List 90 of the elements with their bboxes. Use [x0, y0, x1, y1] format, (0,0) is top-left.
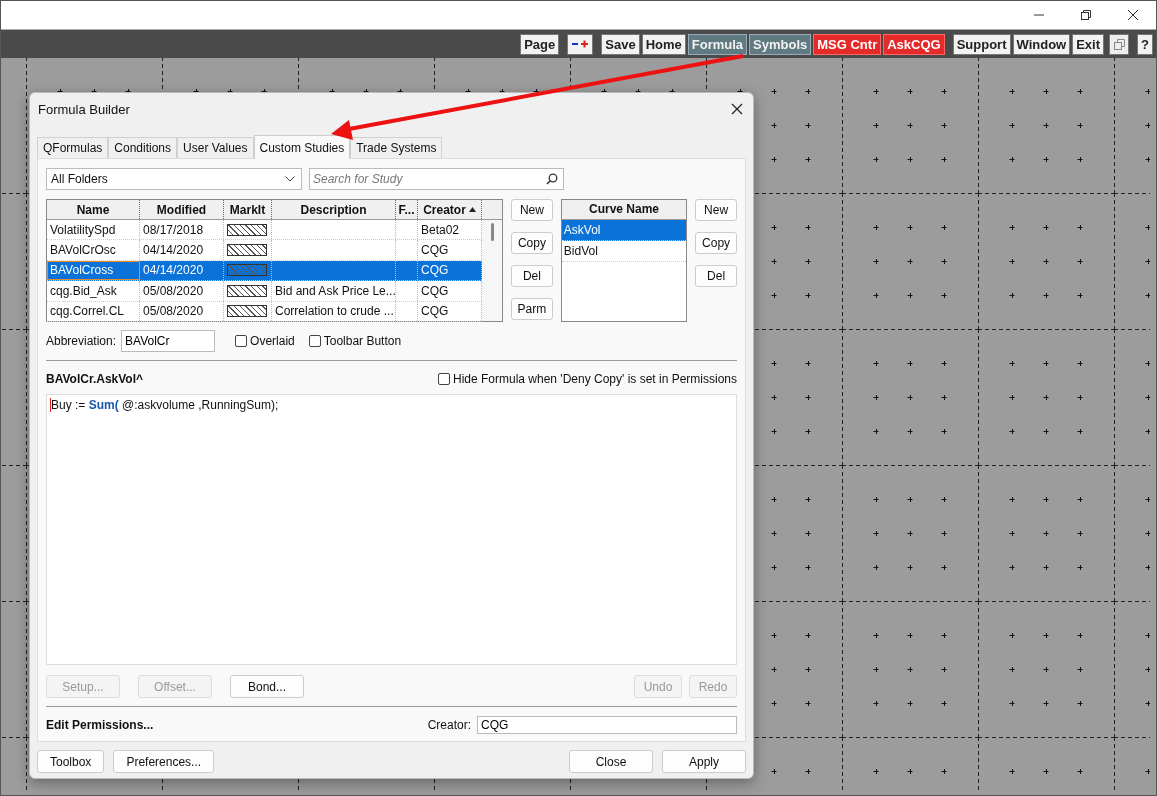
table-cell: CQG	[421, 243, 449, 258]
column-header[interactable]: Name	[47, 200, 140, 219]
table-cell: CQG	[421, 283, 449, 298]
curve-button[interactable]: New	[695, 199, 737, 221]
curve-item[interactable]: BidVol	[561, 241, 687, 262]
table-row[interactable]: cqg.Bid_Ask 05/08/2020 Bid and Ask Price Le... CQG	[47, 281, 482, 302]
toolbar-button[interactable]: Symbols	[749, 33, 812, 55]
abbreviation-field[interactable]: BAVolCr	[121, 330, 216, 352]
toolbar-button[interactable]: MSG Cntr	[813, 33, 882, 55]
footer-button[interactable]: Preferences...	[113, 750, 215, 773]
column-header[interactable]: MarkIt	[224, 200, 272, 219]
restore-button[interactable]	[1109, 33, 1130, 55]
toolbar-button[interactable]: AskCQG	[883, 33, 945, 55]
toolbar-button[interactable]: Home	[641, 33, 686, 55]
study-button[interactable]: Copy	[511, 232, 553, 254]
tab[interactable]: QFormulas	[37, 137, 109, 158]
edit-permissions-link[interactable]: Edit Permissions...	[46, 718, 154, 732]
table-cell: VolatilitySpd	[50, 222, 116, 237]
table-cell: CQG	[421, 304, 449, 319]
table-cell: 04/14/2020	[143, 243, 204, 258]
tab[interactable]: Custom Studies	[253, 135, 351, 159]
hatch-swatch	[227, 264, 267, 277]
study-button[interactable]: Del	[511, 265, 553, 287]
table-cell: 05/08/2020	[143, 304, 204, 319]
formula-title: BAVolCr.AskVol^	[46, 372, 144, 386]
table-row[interactable]: cqg.Correl.CL 05/08/2020 Correlation to crude ... CQG	[47, 301, 482, 322]
checkbox-label: Hide Formula when 'Deny Copy' is set in Permissions	[452, 372, 737, 386]
column-header[interactable]: Description	[272, 200, 396, 219]
table-cell: BAVolCross	[50, 263, 114, 278]
table-cell: 04/14/2020	[143, 263, 204, 278]
toolbar-button[interactable]: Save	[601, 33, 640, 55]
search-icon	[546, 173, 558, 185]
toolbar-button[interactable]: ?	[1137, 33, 1153, 55]
table-cell: cqg.Correl.CL	[50, 304, 125, 319]
column-header[interactable]: Modified	[140, 200, 224, 219]
study-button[interactable]: Parm	[511, 298, 553, 320]
abbreviation-label: Abbreviation:	[46, 334, 117, 348]
checkbox-label: Overlaid	[250, 334, 295, 348]
close-icon[interactable]	[731, 103, 743, 115]
table-row[interactable]: BAVolCross 04/14/2020 CQG	[47, 260, 482, 282]
table-cell: Bid and Ask Price Le...	[275, 283, 395, 298]
close-icon[interactable]	[1127, 9, 1139, 21]
study-button[interactable]: New	[511, 199, 553, 221]
scrollbar[interactable]	[482, 200, 502, 321]
table-row[interactable]: BAVolCrOsc 04/14/2020 CQG	[47, 240, 482, 261]
footer-button[interactable]: Toolbox	[37, 750, 105, 773]
toolbar-button[interactable]: Page	[520, 33, 560, 55]
search-field[interactable]: Search for Study	[309, 168, 564, 190]
table-cell: 08/17/2018	[143, 222, 204, 237]
tab[interactable]: Conditions	[108, 137, 178, 158]
tab[interactable]: Trade Systems	[350, 137, 443, 158]
curve-button[interactable]: Del	[695, 265, 737, 287]
table-cell: CQG	[421, 263, 449, 278]
toolbar-button[interactable]: Exit	[1072, 33, 1105, 55]
table-cell: cqg.Bid_Ask	[50, 283, 117, 298]
hatch-swatch	[227, 244, 267, 257]
hatch-swatch	[227, 223, 267, 236]
toolbar-button[interactable]: Formula	[687, 33, 748, 55]
creator-label: Creator:	[427, 718, 471, 732]
hatch-swatch	[227, 284, 267, 297]
code-line: Buy := Sum( @:askvolume ,RunningSum);	[50, 398, 279, 412]
footer-button[interactable]: Apply	[662, 750, 746, 773]
restore-icon[interactable]	[1080, 9, 1092, 21]
hatch-swatch	[227, 305, 267, 318]
curve-button[interactable]: Copy	[695, 232, 737, 254]
table-cell: 05/08/2020	[143, 283, 204, 298]
minus-plus-icon	[571, 39, 590, 49]
toolbar-button[interactable]: Support	[952, 33, 1011, 55]
creator-field[interactable]: CQG	[477, 716, 737, 734]
column-header[interactable]: F...	[396, 200, 418, 219]
checkbox[interactable]	[437, 373, 450, 385]
table-cell: BAVolCrOsc	[50, 243, 116, 258]
table-cell: Beta02	[421, 222, 460, 237]
dialog-title: Formula Builder	[38, 101, 130, 117]
formula-editor[interactable]: Buy := Sum( @:askvolume ,RunningSum);	[46, 394, 737, 665]
folder-dropdown[interactable]: All Folders	[46, 168, 302, 190]
checkbox[interactable]	[235, 335, 248, 347]
checkbox[interactable]	[308, 335, 321, 347]
toolbar-button[interactable]: Window	[1012, 33, 1071, 55]
edit-button[interactable]: Bond...	[230, 675, 304, 698]
footer-button[interactable]: Close	[569, 750, 653, 773]
restore-icon	[1113, 38, 1125, 50]
checkbox-label: Toolbar Button	[323, 334, 402, 348]
table-row[interactable]: VolatilitySpd 08/17/2018 Beta02	[47, 220, 482, 241]
column-header: Curve Name	[561, 200, 687, 220]
table-cell: Correlation to crude ...	[275, 304, 394, 319]
curve-item[interactable]: AskVol	[561, 220, 687, 241]
zoom-button[interactable]	[567, 33, 594, 55]
tab[interactable]: User Values	[177, 137, 254, 158]
chevron-down-icon	[285, 176, 295, 182]
